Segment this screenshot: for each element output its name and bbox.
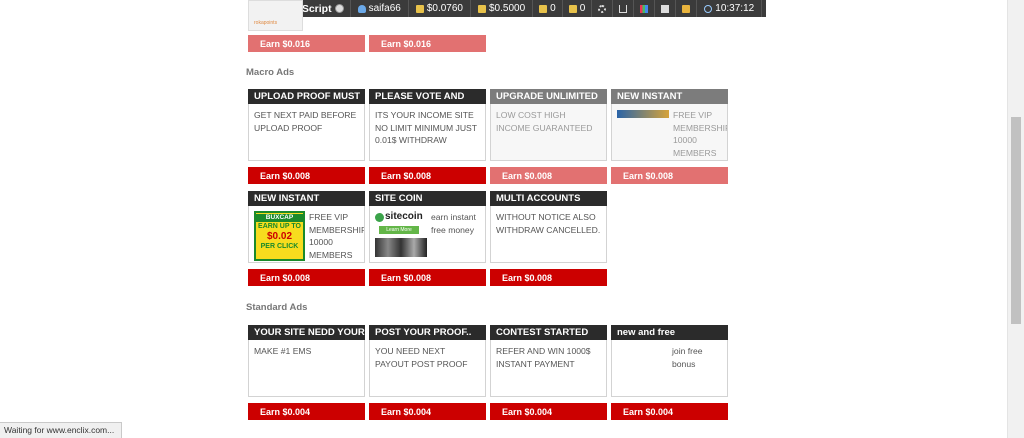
earn-button[interactable]: Earn $0.008 [611, 167, 728, 184]
clock-icon [704, 4, 713, 13]
vertical-scrollbar[interactable] [1007, 0, 1024, 438]
ad-card[interactable]: UPLOAD PROOF MUST GET NEXT PAID BEFORE U… [248, 89, 365, 184]
points-counter[interactable]: 0 [533, 0, 563, 17]
ad-description: ITS YOUR INCOME SITE NO LIMIT MINIMUM JU… [369, 104, 486, 161]
ad-title: MULTI ACCOUNTS [490, 191, 607, 206]
buxcap-line2: PER CLICK [260, 243, 299, 250]
ad-description: FREE VIP MEMBERSHIP 10000 MEMBERS [673, 110, 728, 158]
messages-button[interactable] [655, 0, 677, 17]
ad-title: SITE COIN [369, 191, 486, 206]
ad-description: LOW COST HIGH INCOME GUARANTEED [490, 104, 607, 161]
stats-button[interactable] [634, 0, 656, 17]
earn-button[interactable]: Earn $0.016 [248, 35, 365, 52]
earn-button[interactable]: Earn $0.008 [490, 167, 607, 184]
ad-title: POST YOUR PROOF.. [369, 325, 486, 340]
ad-card[interactable]: POST YOUR PROOF.. YOU NEED NEXT PAYOUT P… [369, 325, 486, 420]
ad-card[interactable]: MULTI ACCOUNTS WITHOUT NOTICE ALSO WITHD… [490, 191, 607, 286]
ad-card[interactable]: YOUR SITE NEDD YOUR MAKE #1 EMS Earn $0.… [248, 325, 365, 420]
ad-card[interactable]: new and free join free bonus Earn $0.004 [611, 325, 728, 420]
ad-body: BUXCAP EARN UP TO $0.02 PER CLICK FREE V… [248, 206, 365, 263]
scrollbar-thumb[interactable] [1011, 117, 1021, 324]
ad-card[interactable]: CONTEST STARTED REFER AND WIN 1000$ INST… [490, 325, 607, 420]
sitecoin-logo-text: sitecoin [385, 211, 423, 222]
cart-button[interactable] [613, 0, 635, 17]
ad-card-partial[interactable]: Earn $0.016 [369, 0, 486, 52]
referrals-icon [568, 4, 577, 13]
earn-button[interactable]: Earn $0.004 [490, 403, 607, 420]
ad-title: new and free [611, 325, 728, 340]
ad-description: join free bonus [611, 340, 728, 397]
earn-button[interactable]: Earn $0.008 [369, 167, 486, 184]
earn-button[interactable]: Earn $0.008 [369, 269, 486, 286]
ad-description: earn instant free money [431, 212, 476, 235]
points-icon [539, 4, 548, 13]
sitecoin-logo: sitecoin [375, 211, 427, 224]
ad-banner-image [617, 110, 669, 118]
earn-button[interactable]: Earn $0.004 [611, 403, 728, 420]
ad-title: UPLOAD PROOF MUST [248, 89, 365, 104]
sitecoin-banner-image: sitecoin Learn More [375, 211, 427, 257]
buxcap-name: BUXCAP [256, 214, 303, 222]
earn-button[interactable]: Earn $0.016 [369, 35, 486, 52]
ad-description: YOU NEED NEXT PAYOUT POST PROOF [369, 340, 486, 397]
referrals-value: 0 [579, 3, 586, 14]
ad-title: CONTEST STARTED [490, 325, 607, 340]
ad-card[interactable]: PLEASE VOTE AND ITS YOUR INCOME SITE NO … [369, 89, 486, 184]
earn-button[interactable]: Earn $0.004 [248, 403, 365, 420]
logout-button[interactable] [676, 0, 698, 17]
ad-title: NEW INSTANT [248, 191, 365, 206]
ad-title: PLEASE VOTE AND [369, 89, 486, 104]
section-title-standard: Standard Ads [246, 302, 308, 313]
sitecoin-learn-more: Learn More [379, 225, 419, 234]
ad-card-partial[interactable]: rokapoints Earn $0.016 [248, 0, 365, 52]
points-value: 0 [550, 3, 556, 14]
ad-description: REFER AND WIN 1000$ INSTANT PAYMENT [490, 340, 607, 397]
earn-button[interactable]: Earn $0.008 [490, 269, 607, 286]
ad-card-visited[interactable]: UPGRADE UNLIMITED LOW COST HIGH INCOME G… [490, 89, 607, 184]
ad-description: MAKE #1 EMS [248, 340, 365, 397]
mail-icon [661, 4, 670, 13]
page: EvolutionScript saifa66 $0.0760 $0.5000 … [0, 0, 1024, 438]
earn-button[interactable]: Earn $0.008 [248, 269, 365, 286]
buxcap-banner-image: BUXCAP EARN UP TO $0.02 PER CLICK [254, 211, 305, 261]
gear-icon [598, 4, 607, 13]
server-clock: 10:37:12 [697, 0, 763, 17]
earn-button[interactable]: Earn $0.004 [369, 403, 486, 420]
sitecoin-photo [375, 237, 427, 257]
browser-status-bar: Waiting for www.enclix.com... [0, 422, 122, 438]
ad-card-visited[interactable]: NEW INSTANT FREE VIP MEMBERSHIP 10000 ME… [611, 89, 728, 184]
ad-description: WITHOUT NOTICE ALSO WITHDRAW CANCELLED. [490, 206, 607, 263]
sitecoin-dot-icon [375, 212, 384, 222]
ad-banner-image: rokapoints [248, 0, 303, 31]
referrals-counter[interactable]: 0 [563, 0, 593, 17]
buxcap-line1: EARN UP TO [258, 223, 301, 230]
purchase-balance-value: $0.5000 [489, 3, 526, 14]
earn-button[interactable]: Earn $0.008 [248, 167, 365, 184]
ad-body: FREE VIP MEMBERSHIP 10000 MEMBERS [611, 104, 728, 161]
ad-title: UPGRADE UNLIMITED [490, 89, 607, 104]
ad-body: sitecoin Learn More earn instant free mo… [369, 206, 486, 263]
ad-title: NEW INSTANT [611, 89, 728, 104]
ad-title: YOUR SITE NEDD YOUR [248, 325, 365, 340]
ad-description: FREE VIP MEMBERSHIP 10000 MEMBERS [309, 212, 365, 260]
clock-time: 10:37:12 [715, 3, 755, 14]
chart-icon [640, 4, 649, 13]
section-title-macro: Macro Ads [246, 67, 295, 78]
banner-text: rokapoints [254, 20, 278, 26]
ad-card[interactable]: NEW INSTANT BUXCAP EARN UP TO $0.02 PER … [248, 191, 365, 286]
cart-icon [619, 4, 628, 13]
ad-card[interactable]: SITE COIN sitecoin Learn More earn insta… [369, 191, 486, 286]
lock-icon [682, 4, 691, 13]
buxcap-amount: $0.02 [266, 231, 293, 242]
ad-description: GET NEXT PAID BEFORE UPLOAD PROOF [248, 104, 365, 161]
settings-button[interactable] [592, 0, 614, 17]
